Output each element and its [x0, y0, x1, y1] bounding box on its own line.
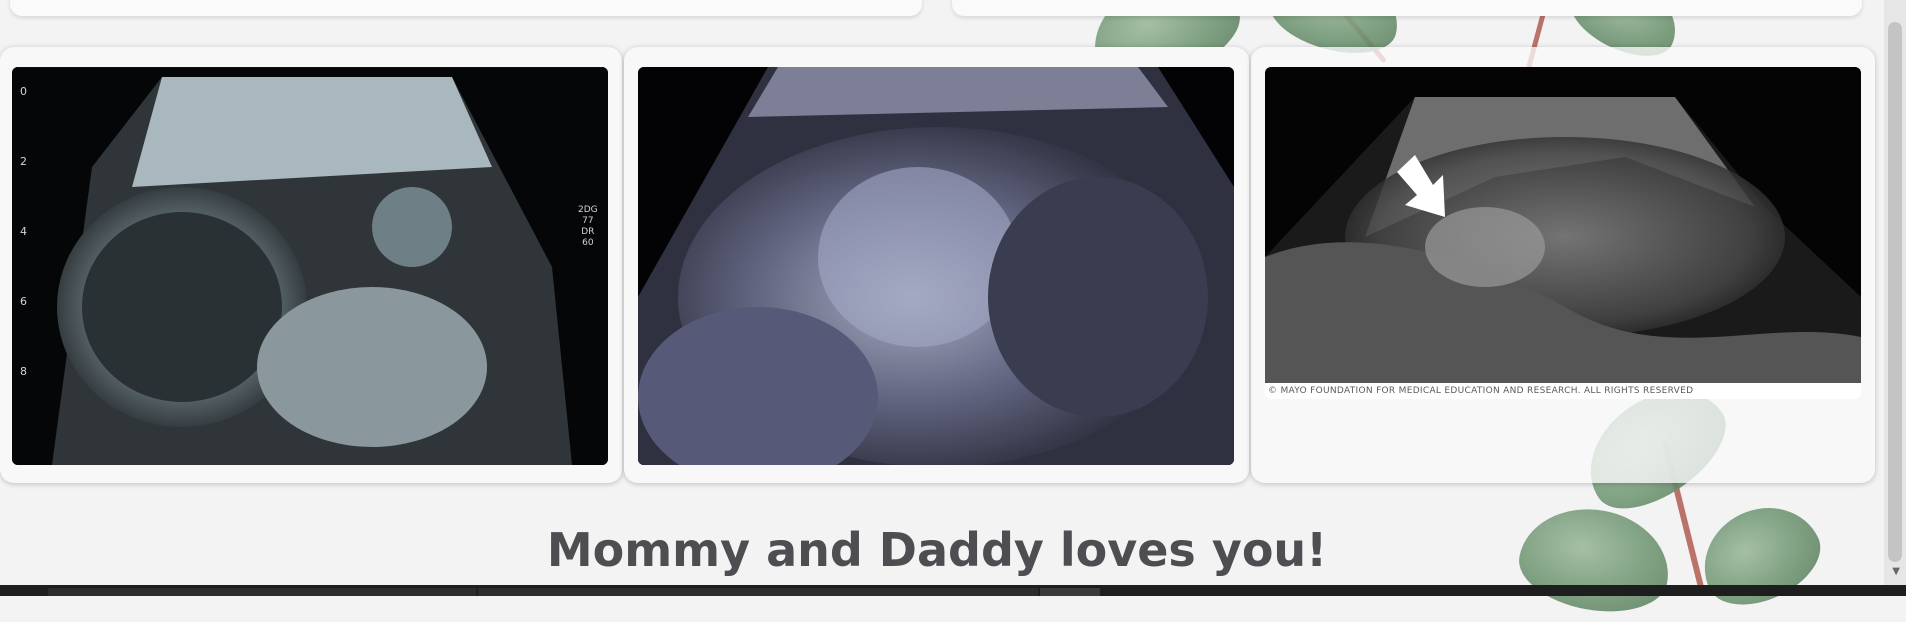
gallery-card[interactable]: © MAYO FOUNDATION FOR MEDICAL EDUCATION …: [1251, 47, 1875, 483]
card-top-left: [10, 0, 922, 16]
ultrasound-image-profile[interactable]: 0 2 4 6 8 2DG 77 DR 60: [12, 67, 608, 465]
taskbar-segment: [478, 588, 1038, 596]
ultrasound-image-foot[interactable]: © MAYO FOUNDATION FOR MEDICAL EDUCATION …: [1265, 67, 1861, 399]
ultrasound-info: 2DG: [578, 205, 598, 215]
ultrasound-info: DR: [581, 227, 595, 237]
ultrasound-info: 77: [582, 216, 594, 226]
page-message: Mommy and Daddy loves you!: [546, 523, 1328, 577]
card-top-right: [952, 0, 1862, 16]
ultrasound-image-face[interactable]: [638, 67, 1234, 465]
vertical-scrollbar[interactable]: ▼: [1884, 0, 1906, 585]
scale-label: 8: [20, 365, 27, 378]
taskbar: [0, 585, 1906, 596]
taskbar-segment: [1040, 588, 1100, 596]
scale-label: 6: [20, 295, 27, 308]
gallery-card[interactable]: 0 2 4 6 8 2DG 77 DR 60: [0, 47, 622, 483]
ultrasound-gallery: 0 2 4 6 8 2DG 77 DR 60 © MAYO FOUNDATION…: [0, 47, 1875, 485]
scale-label: 2: [20, 155, 27, 168]
scale-label: 0: [20, 85, 27, 98]
scroll-down-arrow-icon[interactable]: ▼: [1892, 566, 1900, 577]
scale-label: 4: [20, 225, 27, 238]
scrollbar-thumb[interactable]: [1888, 22, 1902, 562]
taskbar-segment: [48, 588, 476, 596]
ultrasound-info: 60: [582, 238, 594, 248]
image-copyright-caption: © MAYO FOUNDATION FOR MEDICAL EDUCATION …: [1268, 386, 1694, 396]
gallery-card[interactable]: [624, 47, 1249, 483]
